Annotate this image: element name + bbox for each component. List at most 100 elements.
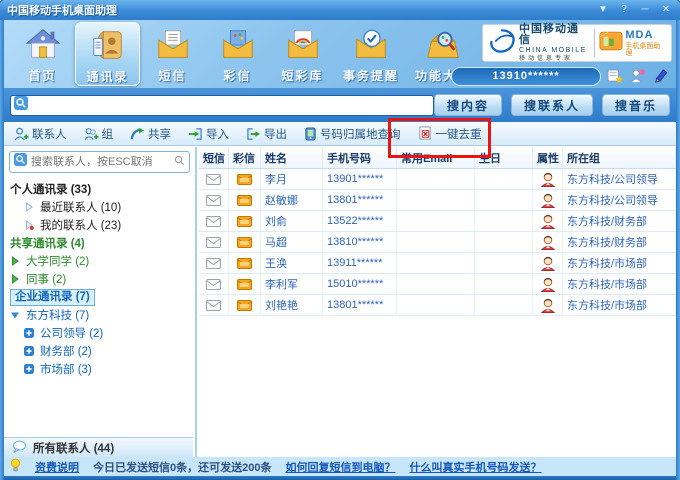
tree-section-个人通讯录[interactable]: 个人通讯录 (33)	[10, 180, 189, 198]
column-header-生日[interactable]: 生日	[475, 147, 533, 168]
action-label: 一键去重	[436, 126, 482, 142]
send-sms-icon[interactable]	[199, 274, 229, 294]
search-button-搜联系人[interactable]: 搜联系人	[511, 94, 593, 116]
column-header-属性[interactable]: 属性	[533, 147, 563, 168]
tree-node-最近联系人[interactable]: 最近联系人 (10)	[10, 198, 189, 216]
collapsed-arrow-green-icon[interactable]	[10, 256, 22, 266]
search-button-搜内容[interactable]: 搜内容	[434, 94, 502, 116]
plus-box-icon[interactable]	[24, 328, 36, 338]
plus-box-icon[interactable]	[24, 364, 36, 374]
column-header-姓名[interactable]: 姓名	[261, 147, 323, 168]
send-mms-icon[interactable]	[229, 295, 261, 315]
table-row[interactable]: 刘俞13522******东方科技/财务部	[199, 211, 676, 232]
tab-彩信[interactable]: 彩信	[205, 22, 270, 86]
tray-arrow-icon[interactable]: ▼	[596, 3, 610, 17]
sidebar-search-input[interactable]	[31, 156, 174, 168]
column-header-所在组[interactable]: 所在组	[563, 147, 676, 168]
column-header-手机号码[interactable]: 手机号码	[323, 147, 397, 168]
table-row[interactable]: 李利军15010******东方科技/市场部	[199, 274, 676, 295]
plus-box-icon[interactable]	[24, 346, 36, 356]
search-button-搜音乐[interactable]: 搜音乐	[602, 94, 670, 116]
send-mms-icon[interactable]	[229, 211, 261, 231]
minimize-icon[interactable]: ─	[638, 3, 652, 17]
tab-label: 短彩库	[281, 67, 323, 84]
magnifier-icon	[174, 153, 185, 171]
tree-node-同事[interactable]: 同事 (2)	[10, 270, 189, 288]
close-icon[interactable]: ✕	[659, 3, 673, 17]
tree-label: 市场部 (3)	[40, 361, 92, 377]
phone-number-pill[interactable]: 13910******	[451, 67, 601, 86]
all-contacts-footer[interactable]: 所有联系人 (44)	[4, 437, 193, 457]
send-sms-icon[interactable]	[199, 169, 229, 189]
contact-sync-icon[interactable]	[630, 68, 647, 84]
tab-事务提醒[interactable]: 事务提醒	[335, 22, 407, 86]
sim-card-icon[interactable]	[607, 68, 624, 84]
send-mms-icon[interactable]	[229, 232, 261, 252]
table-header: 短信彩信姓名手机号码常用Email生日属性所在组	[199, 147, 676, 169]
search-input[interactable]	[32, 98, 430, 112]
tree-section-共享通讯录[interactable]: 共享通讯录 (4)	[10, 234, 189, 252]
tree-node-大学同学[interactable]: 大学同学 (2)	[10, 252, 189, 270]
table-row[interactable]: 刘艳艳13801******东方科技/市场部	[199, 295, 676, 316]
send-sms-icon[interactable]	[199, 232, 229, 252]
send-mms-icon[interactable]	[229, 169, 261, 189]
tree-node-市场部[interactable]: 市场部 (3)	[10, 360, 189, 378]
collapsed-arrow-green-icon[interactable]	[10, 274, 22, 284]
action-item-号码归属地查询[interactable]: 号码归属地查询	[304, 126, 401, 142]
action-item-导出[interactable]: 导出	[246, 126, 287, 142]
table-row[interactable]: 李月13901******东方科技/公司领导	[199, 169, 676, 190]
contact-name: 刘艳艳	[261, 295, 323, 315]
expanded-arrow-blue-icon[interactable]	[10, 310, 22, 320]
send-mms-icon[interactable]	[229, 253, 261, 273]
tree-node-财务部[interactable]: 财务部 (2)	[10, 342, 189, 360]
contact-email	[397, 190, 475, 210]
tree-node-东方科技[interactable]: 东方科技 (7)	[10, 306, 189, 324]
number-lookup-icon	[304, 127, 317, 141]
content-search-box[interactable]	[10, 95, 434, 116]
column-header-常用Email[interactable]: 常用Email	[397, 147, 475, 168]
action-item-组[interactable]: 组	[84, 126, 114, 142]
all-contacts-label: 所有联系人 (44)	[33, 440, 114, 456]
contact-name: 马超	[261, 232, 323, 252]
send-mms-icon[interactable]	[229, 274, 261, 294]
action-item-联系人[interactable]: 联系人	[14, 126, 67, 142]
collapsed-arrow-marked-icon[interactable]	[24, 220, 36, 230]
table-row[interactable]: 王涣13911******东方科技/市场部	[199, 253, 676, 274]
tab-首页[interactable]: 首页	[10, 22, 75, 86]
sidebar-search-box[interactable]	[9, 151, 190, 173]
tree-node-公司领导[interactable]: 公司领导 (2)	[10, 324, 189, 342]
contact-birthday	[475, 211, 533, 231]
tab-短信[interactable]: 短信	[140, 22, 205, 86]
fee-info-link[interactable]: 资费说明	[35, 459, 79, 475]
tree-node-我的联系人[interactable]: 我的联系人 (23)	[10, 216, 189, 234]
logo-divider	[594, 29, 595, 57]
tree-section-企业通讯录[interactable]: 企业通讯录 (7)	[10, 288, 189, 306]
action-item-导入[interactable]: 导入	[188, 126, 229, 142]
column-header-短信[interactable]: 短信	[199, 147, 229, 168]
tab-label: 通讯录	[86, 68, 128, 85]
help-icon[interactable]: ?	[617, 3, 631, 17]
table-row[interactable]: 马超13810******东方科技/财务部	[199, 232, 676, 253]
column-header-彩信[interactable]: 彩信	[229, 147, 261, 168]
mda-sub-label: 手机桌面助理	[625, 43, 667, 57]
action-item-一键去重[interactable]: 一键去重	[418, 126, 482, 142]
table-row[interactable]: 赵敏娜13801******东方科技/公司领导	[199, 190, 676, 211]
media-library-icon	[284, 25, 322, 65]
tab-短彩库[interactable]: 短彩库	[270, 22, 335, 86]
action-item-共享[interactable]: 共享	[130, 126, 171, 142]
send-mms-icon[interactable]	[229, 190, 261, 210]
send-sms-icon[interactable]	[199, 190, 229, 210]
status-bar: 资费说明 今日已发送短信0条，还可发送200条 如何回复短信到电脑？ 什么叫真实…	[4, 457, 676, 476]
collapsed-arrow-icon[interactable]	[24, 202, 36, 212]
title-bar[interactable]: 中国移动手机桌面助理 ▼?─✕	[0, 0, 680, 20]
pen-icon[interactable]	[653, 68, 670, 84]
tab-通讯录[interactable]: 通讯录	[75, 22, 140, 86]
send-sms-icon[interactable]	[199, 211, 229, 231]
real-number-help-link[interactable]: 什么叫真实手机号码发送？	[409, 459, 541, 475]
send-sms-icon[interactable]	[199, 295, 229, 315]
contact-birthday	[475, 232, 533, 252]
avatar-icon	[533, 190, 563, 210]
send-sms-icon[interactable]	[199, 253, 229, 273]
content-area: 个人通讯录 (33)最近联系人 (10)我的联系人 (23)共享通讯录 (4)大…	[4, 147, 676, 457]
reply-help-link[interactable]: 如何回复短信到电脑？	[285, 459, 395, 475]
